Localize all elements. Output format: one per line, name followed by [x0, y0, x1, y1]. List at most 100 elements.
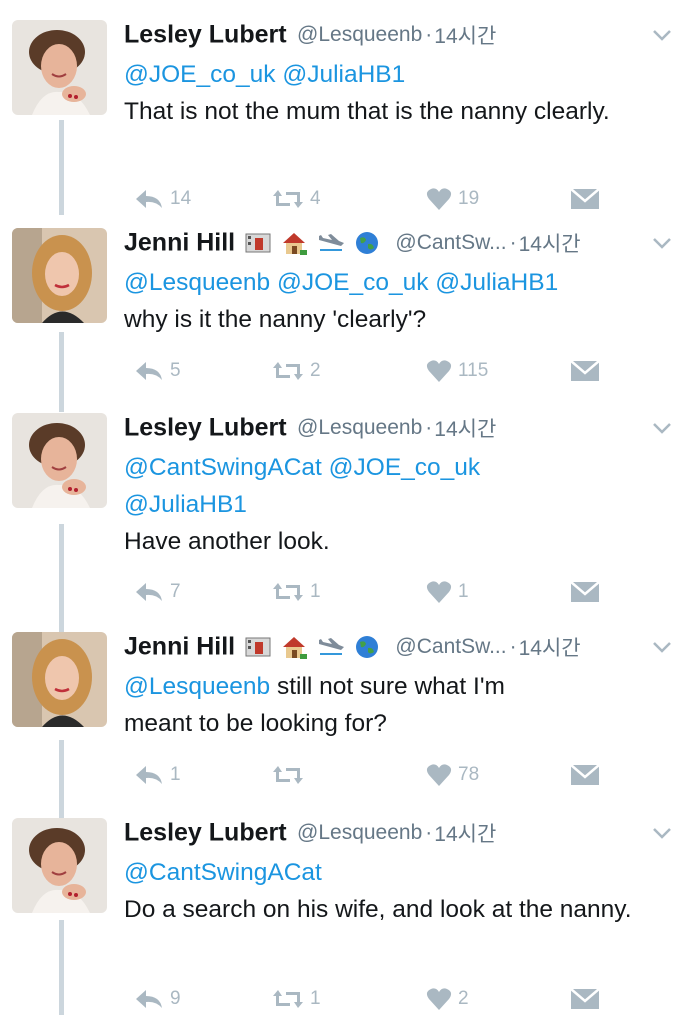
direct-message-button[interactable]	[570, 356, 600, 386]
tweet-body: Have another look.	[124, 528, 330, 555]
mention-link[interactable]: @JOE_co_uk	[124, 61, 276, 88]
avatar-lesley[interactable]	[12, 20, 107, 115]
retweet-count: 4	[310, 188, 321, 209]
like-button[interactable]: 2	[426, 984, 469, 1014]
reply-button[interactable]: 9	[134, 984, 181, 1014]
name-emojis	[244, 230, 385, 256]
tweet-body-continued: meant to be looking for?	[124, 710, 387, 737]
handle[interactable]: @Lesqueenb	[297, 821, 422, 844]
reply-button[interactable]: 14	[134, 184, 191, 214]
chevron-down-icon[interactable]	[651, 636, 673, 658]
reply-button[interactable]: 7	[134, 577, 181, 607]
mention-link[interactable]: @JuliaHB1	[435, 269, 558, 296]
tweet-actions: 5 2 115	[124, 356, 604, 386]
direct-message-button[interactable]	[570, 184, 600, 214]
retweet-button[interactable]	[272, 760, 310, 790]
tweet-actions: 1 78	[124, 760, 604, 790]
separator: ·	[509, 231, 517, 254]
mention-link[interactable]: @CantSwingACat	[124, 454, 322, 481]
mention-link[interactable]: @JOE_co_uk	[277, 269, 429, 296]
display-name[interactable]: Lesley Lubert	[124, 414, 287, 442]
handle[interactable]: @Lesqueenb	[297, 416, 422, 439]
heart-icon	[426, 581, 452, 603]
chevron-down-icon[interactable]	[651, 822, 673, 844]
avatar-jenni[interactable]	[12, 228, 107, 323]
timestamp[interactable]: 14시간	[519, 637, 581, 660]
like-button[interactable]: 1	[426, 577, 469, 607]
tweet-header: Jenni Hill @CantSw... ·14시간	[124, 228, 669, 268]
chevron-down-icon[interactable]	[651, 24, 673, 46]
tweet-text: @Lesqueenb still not sure what I'm meant…	[124, 668, 664, 742]
reply-icon	[136, 583, 162, 601]
separator: ·	[425, 23, 433, 46]
tweet[interactable]: Jenni Hill @CantSw... ·14시간 @Lesqueenb st…	[0, 632, 679, 812]
retweet-button[interactable]: 1	[272, 577, 321, 607]
like-count: 115	[458, 360, 489, 381]
tweet-text: @Lesqueenb @JOE_co_uk @JuliaHB1 why is i…	[124, 264, 664, 338]
reply-icon	[136, 766, 162, 784]
tweet[interactable]: Lesley Lubert @Lesqueenb ·14시간 @CantSwing…	[0, 818, 679, 1023]
globe-icon	[355, 636, 378, 658]
house-icon	[283, 233, 308, 255]
retweet-icon	[273, 190, 303, 208]
tweet-text: @JOE_co_uk @JuliaHB1 That is not the mum…	[124, 56, 664, 130]
handle[interactable]: @Lesqueenb	[297, 23, 422, 46]
chevron-down-icon[interactable]	[651, 417, 673, 439]
display-name[interactable]: Jenni Hill	[124, 633, 235, 661]
mention-link[interactable]: @JuliaHB1	[282, 61, 405, 88]
retweet-count: 1	[310, 988, 321, 1009]
mention-link[interactable]: @Lesqueenb	[124, 673, 270, 700]
like-count: 19	[458, 188, 480, 209]
timestamp[interactable]: 14시간	[434, 25, 496, 48]
reply-count: 5	[170, 360, 181, 381]
avatar-lesley[interactable]	[12, 818, 107, 913]
reply-icon	[136, 990, 162, 1008]
envelope-icon	[570, 988, 600, 1009]
reply-count: 7	[170, 581, 181, 602]
display-name[interactable]: Jenni Hill	[124, 229, 235, 257]
display-name[interactable]: Lesley Lubert	[124, 21, 287, 49]
tweet[interactable]: Lesley Lubert @Lesqueenb ·14시간 @CantSwing…	[0, 413, 679, 613]
reply-button[interactable]: 1	[134, 760, 181, 790]
retweet-icon	[273, 583, 303, 601]
timestamp[interactable]: 14시간	[434, 418, 496, 441]
like-button[interactable]: 78	[426, 760, 479, 790]
timestamp[interactable]: 14시간	[519, 233, 581, 256]
retweet-icon	[273, 990, 303, 1008]
like-button[interactable]: 115	[426, 356, 488, 386]
tweet-body: That is not the mum that is the nanny cl…	[124, 98, 610, 125]
avatar-jenni[interactable]	[12, 632, 107, 727]
tweet-actions: 7 1 1	[124, 577, 604, 607]
reply-count: 1	[170, 764, 181, 785]
tweet[interactable]: Lesley Lubert @Lesqueenb ·14시간 @JOE_co_uk…	[0, 20, 679, 220]
display-name[interactable]: Lesley Lubert	[124, 819, 287, 847]
tweet-text: @CantSwingACat Do a search on his wife, …	[124, 854, 664, 928]
cinema-icon	[245, 233, 271, 253]
direct-message-button[interactable]	[570, 577, 600, 607]
tweet[interactable]: Jenni Hill @CantSw... ·14시간 @Lesqueenb @J…	[0, 228, 679, 408]
mention-link[interactable]: @JOE_co_uk	[329, 454, 481, 481]
direct-message-button[interactable]	[570, 760, 600, 790]
mention-link[interactable]: @JuliaHB1	[124, 491, 247, 518]
tweet-actions: 14 4 19	[124, 184, 604, 214]
handle[interactable]: @CantSw...	[395, 231, 506, 254]
direct-message-button[interactable]	[570, 984, 600, 1014]
reply-icon	[136, 362, 162, 380]
retweet-button[interactable]: 2	[272, 356, 321, 386]
globe-icon	[355, 232, 378, 254]
separator: ·	[425, 416, 433, 439]
timestamp[interactable]: 14시간	[434, 823, 496, 846]
like-button[interactable]: 19	[426, 184, 479, 214]
chevron-down-icon[interactable]	[651, 232, 673, 254]
tweet-header: Jenni Hill @CantSw... ·14시간	[124, 632, 669, 672]
mention-link[interactable]: @CantSwingACat	[124, 859, 322, 886]
retweet-button[interactable]: 4	[272, 184, 321, 214]
handle[interactable]: @CantSw...	[395, 635, 506, 658]
heart-icon	[426, 988, 452, 1010]
envelope-icon	[570, 188, 600, 209]
mention-link[interactable]: @Lesqueenb	[124, 269, 270, 296]
reply-button[interactable]: 5	[134, 356, 181, 386]
avatar-lesley[interactable]	[12, 413, 107, 508]
like-count: 2	[458, 988, 469, 1009]
retweet-button[interactable]: 1	[272, 984, 321, 1014]
